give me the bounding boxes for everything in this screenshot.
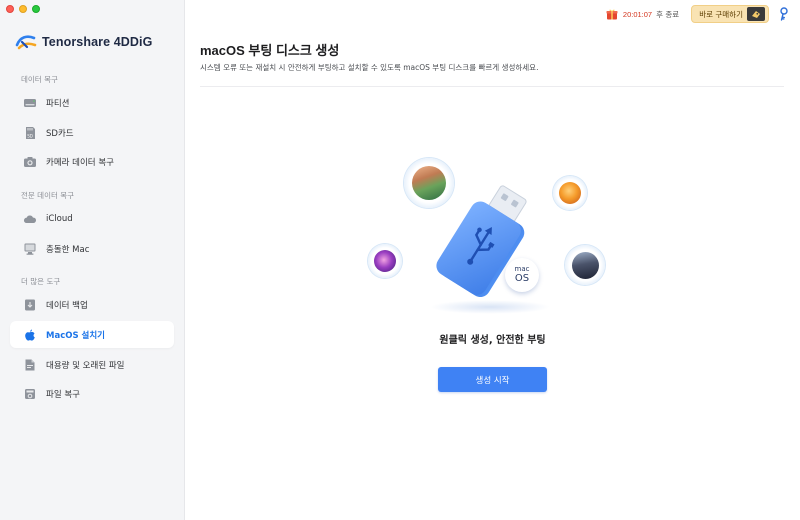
section-label-pro-recovery: 전문 데이터 복구: [21, 191, 75, 200]
key-icon: [747, 7, 765, 21]
sidebar-item-camera[interactable]: 카메라 데이터 복구: [10, 148, 174, 175]
macos-big-sur-icon: [565, 245, 605, 285]
minimize-window-button[interactable]: [19, 5, 27, 13]
sidebar-item-crashed-mac[interactable]: 충돌한 Mac: [10, 235, 174, 262]
sidebar-item-label: 데이터 백업: [46, 300, 88, 311]
buy-now-button[interactable]: 바로 구매하기: [691, 5, 769, 23]
macos-badge-top: mac: [514, 265, 530, 273]
partition-icon: [24, 98, 36, 107]
brand: Tenorshare 4DDiG: [15, 33, 152, 51]
headline: 원클릭 생성, 안전한 부팅: [439, 335, 546, 346]
brand-name: Tenorshare 4DDiG: [42, 35, 153, 49]
icloud-icon: [23, 214, 37, 223]
sidebar-item-label: 카메라 데이터 복구: [46, 157, 114, 168]
macos-badge: mac OS: [505, 258, 539, 292]
page-description: 시스템 오류 또는 재설치 시 안전하게 부팅하고 설치할 수 있도록 macO…: [200, 63, 539, 72]
maximize-window-button[interactable]: [32, 5, 40, 13]
top-bar: 20:01:07 후 종료 바로 구매하기: [600, 5, 793, 23]
macos-badge-bottom: OS: [514, 273, 530, 284]
large-file-icon: [25, 359, 35, 370]
sidebar-item-label: 파티션: [46, 98, 70, 109]
sidebar-item-sd-card[interactable]: SD SD카드: [10, 119, 174, 146]
macos-ventura-icon: [553, 176, 587, 210]
sidebar-item-label: SD카드: [46, 128, 74, 139]
timer-suffix: 후 종료: [656, 9, 680, 19]
apple-icon: [25, 329, 35, 341]
brand-logo-icon: [15, 35, 37, 50]
sidebar: Tenorshare 4DDiG 데이터 복구 파티션 SD SD카드 카메라 …: [0, 0, 185, 520]
sidebar-item-label: 충돌한 Mac: [46, 244, 90, 255]
sidebar-item-label: iCloud: [46, 213, 73, 224]
buy-now-label: 바로 구매하기: [699, 9, 743, 19]
sidebar-item-label: MacOS 설치기: [46, 330, 106, 341]
sidebar-item-label: 파일 복구: [46, 389, 80, 400]
close-window-button[interactable]: [6, 5, 14, 13]
start-create-button[interactable]: 생성 시작: [438, 367, 547, 392]
sidebar-item-data-backup[interactable]: 데이터 백업: [10, 291, 174, 318]
sidebar-item-file-repair[interactable]: 파일 복구: [10, 380, 174, 407]
section-label-data-recovery: 데이터 복구: [21, 75, 58, 84]
svg-text:SD: SD: [27, 133, 33, 138]
macos-monterey-icon: [368, 244, 402, 278]
data-backup-icon: [25, 299, 35, 310]
gift-icon: [606, 9, 618, 20]
main-panel: 20:01:07 후 종료 바로 구매하기 macOS 부팅 디스크 생성 시스…: [185, 0, 800, 520]
window-controls: [6, 5, 40, 13]
crashed-mac-icon: [24, 243, 36, 255]
file-repair-icon: [25, 388, 35, 399]
sidebar-item-large-old-files[interactable]: 대용량 및 오래된 파일: [10, 351, 174, 378]
sidebar-item-icloud[interactable]: iCloud: [10, 205, 174, 232]
sidebar-item-label: 대용량 및 오래된 파일: [46, 360, 125, 371]
sd-card-icon: SD: [26, 126, 35, 139]
section-label-more-tools: 더 많은 도구: [21, 277, 61, 286]
account-key-icon[interactable]: [775, 5, 793, 23]
header-divider: [200, 86, 784, 87]
camera-icon: [24, 156, 36, 167]
hero-illustration: mac OS: [360, 150, 610, 320]
sidebar-item-partition[interactable]: 파티션: [10, 89, 174, 116]
timer-countdown: 20:01:07: [622, 9, 653, 19]
promo-timer[interactable]: 20:01:07 후 종료: [600, 5, 686, 23]
sidebar-item-macos-installer[interactable]: MacOS 설치기: [10, 321, 174, 348]
page-title: macOS 부팅 디스크 생성: [200, 43, 340, 58]
